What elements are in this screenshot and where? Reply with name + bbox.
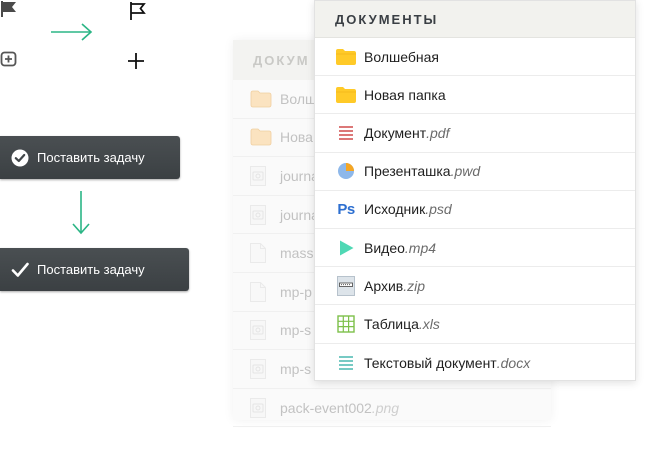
- folder-icon: [250, 127, 272, 147]
- blank-file-icon: [250, 243, 272, 264]
- document-row[interactable]: Текстовый документ .docx: [315, 344, 635, 382]
- document-name: mp-s: [280, 360, 312, 377]
- document-name: mass: [280, 245, 314, 262]
- document-extension: .psd: [425, 201, 452, 218]
- check-icon: [11, 261, 29, 279]
- image-file-icon: [250, 204, 272, 225]
- create-task-label: Поставить задачу: [37, 150, 145, 165]
- document-name: mp-s: [280, 322, 312, 339]
- documents-header: ДОКУМЕНТЫ: [315, 1, 635, 38]
- arrow-right-icon: [51, 23, 93, 41]
- document-name: Архив: [364, 277, 404, 294]
- archive-icon: [335, 275, 357, 296]
- document-row[interactable]: Новая папка: [315, 76, 635, 115]
- flag-filled-icon: [1, 1, 16, 17]
- document-name: Новая папка: [364, 86, 446, 103]
- document-extension: .zip: [403, 277, 426, 294]
- document-name: Видео: [364, 239, 405, 256]
- document-row[interactable]: Волшебная: [315, 38, 635, 77]
- image-file-icon: [250, 397, 272, 418]
- document-row[interactable]: Презенташка .pwd: [315, 153, 635, 191]
- document-row[interactable]: Архив .zip: [315, 267, 635, 306]
- text-doc-icon: [335, 353, 357, 373]
- folder-icon: [335, 85, 357, 105]
- flag-outline-icon: [130, 2, 146, 20]
- document-extension: .mp4: [404, 239, 437, 256]
- document-name: pack-event002: [280, 399, 372, 416]
- document-name: Таблица: [364, 315, 419, 332]
- document-row[interactable]: Таблица .xls: [315, 305, 635, 344]
- document-extension: .pdf: [426, 124, 450, 141]
- photoshop-icon: Ps: [335, 199, 357, 219]
- document-name: mp-p: [280, 283, 312, 300]
- document-row[interactable]: Видео .mp4: [315, 229, 635, 268]
- pdf-icon: [335, 123, 357, 143]
- blank-file-icon: [250, 281, 272, 302]
- document-extension: .png: [371, 399, 400, 416]
- image-file-icon: [250, 165, 272, 186]
- document-row[interactable]: Ps Исходник .psd: [315, 191, 635, 229]
- document-name: Исходник: [364, 201, 426, 218]
- document-extension: .docx: [496, 354, 531, 371]
- create-task-button-circle[interactable]: Поставить задачу: [0, 136, 180, 179]
- background-list-row: pack-event002 .png: [233, 389, 551, 428]
- document-name: Документ: [364, 124, 427, 141]
- document-name: Нова: [280, 129, 313, 146]
- image-file-icon: [250, 358, 272, 379]
- check-circle-icon: [11, 149, 29, 167]
- play-icon: [335, 238, 357, 258]
- spreadsheet-icon: [335, 314, 357, 334]
- add-box-icon: [0, 51, 17, 67]
- document-row[interactable]: Документ .pdf: [315, 114, 635, 153]
- pie-chart-icon: [335, 161, 357, 181]
- document-name: Текстовый документ: [364, 354, 497, 371]
- document-name: Презенташка: [364, 163, 451, 180]
- folder-icon: [335, 47, 357, 67]
- image-file-icon: [250, 320, 272, 341]
- create-task-button-check[interactable]: Поставить задачу: [0, 248, 189, 291]
- folder-icon: [250, 89, 272, 109]
- arrow-down-icon: [72, 191, 90, 235]
- documents-dropdown: ДОКУМЕНТЫ Волшебная Новая папка Документ .p…: [314, 0, 636, 381]
- document-name: Волш: [280, 90, 317, 107]
- plus-icon: [128, 53, 144, 69]
- photoshop-label: Ps: [337, 200, 355, 218]
- create-task-label: Поставить задачу: [37, 262, 145, 277]
- document-extension: .xls: [418, 315, 440, 332]
- document-extension: .pwd: [450, 163, 481, 180]
- document-name: Волшебная: [364, 48, 439, 65]
